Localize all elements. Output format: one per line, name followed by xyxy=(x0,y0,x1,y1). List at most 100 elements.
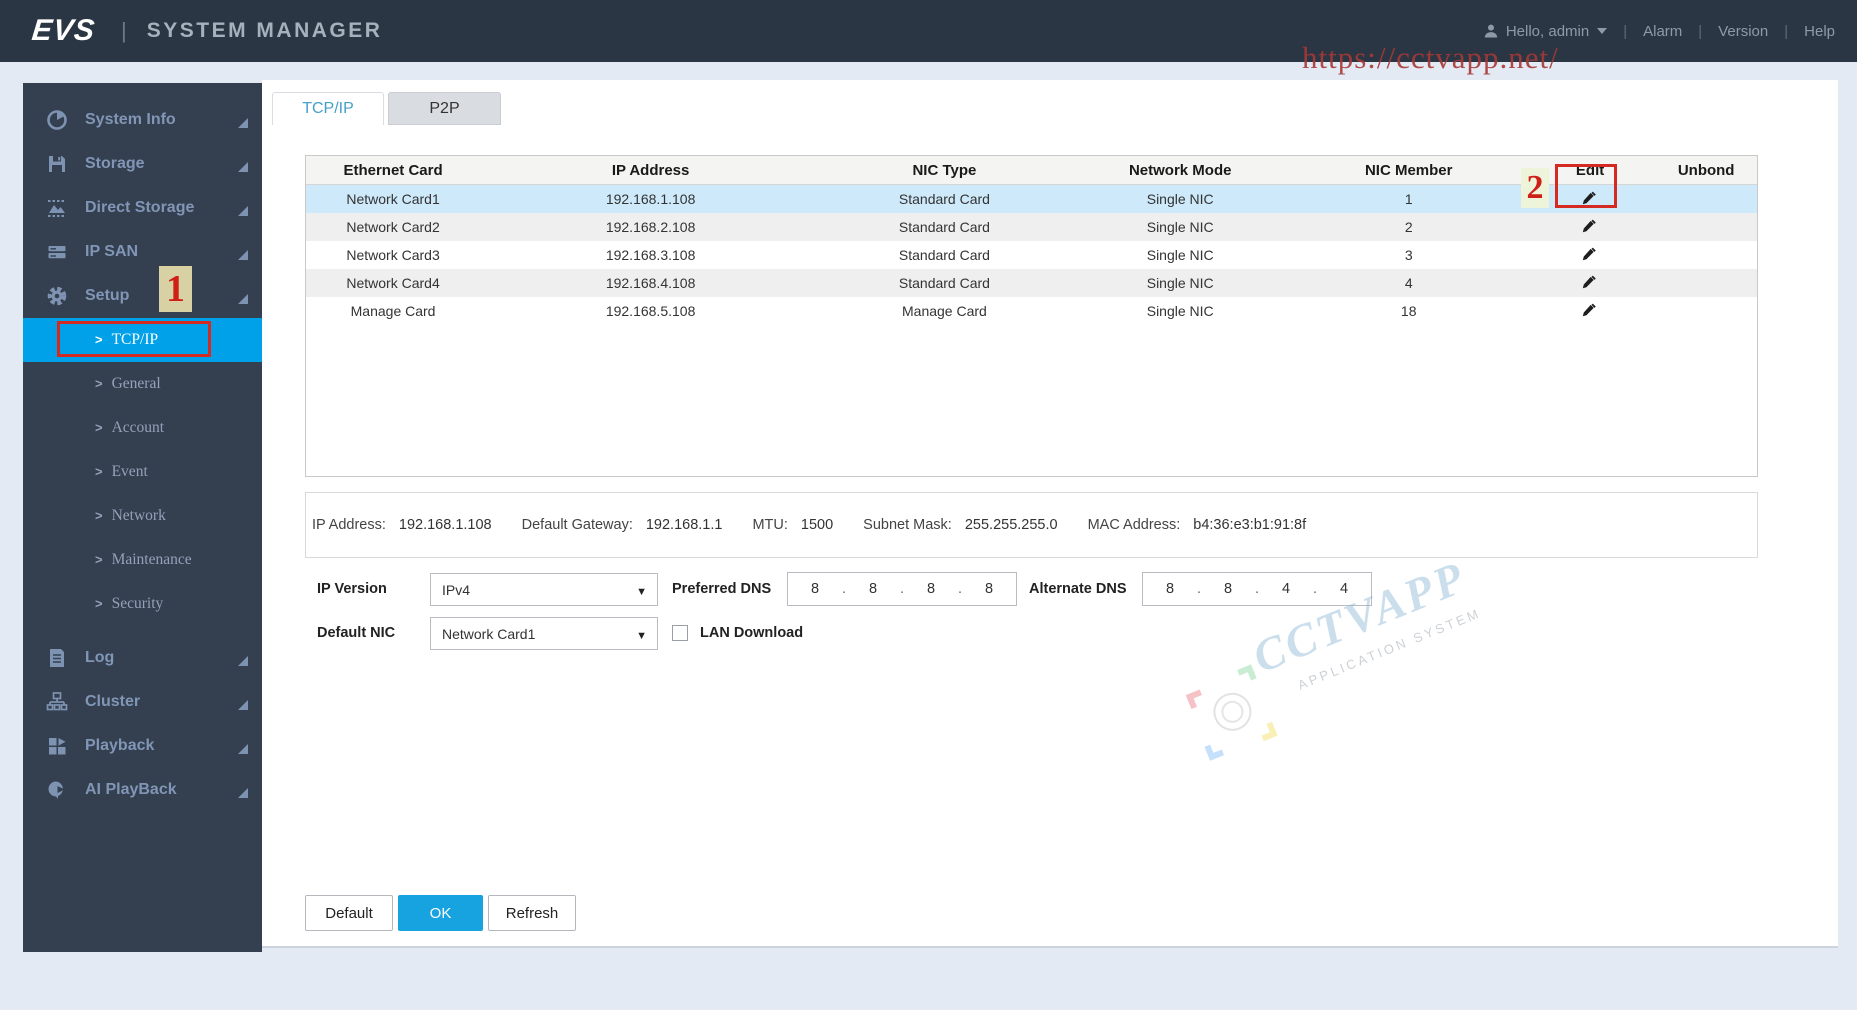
alternate-dns-input[interactable]: 8 8 4 4 xyxy=(1142,572,1372,606)
server-icon xyxy=(45,240,69,264)
detail-label: Default Gateway: xyxy=(522,517,633,533)
expand-arrow-icon[interactable] xyxy=(238,294,248,304)
dns-octet[interactable]: 4 xyxy=(1337,581,1351,597)
floppy-icon xyxy=(45,152,69,176)
dns-dot xyxy=(1197,581,1201,597)
cell-network-mode: Single NIC xyxy=(1068,247,1293,263)
preferred-dns-label: Preferred DNS xyxy=(672,581,771,597)
bracket-green-icon xyxy=(1237,664,1257,684)
cell-ip-address: 192.168.3.108 xyxy=(480,247,821,263)
edit-pencil-icon[interactable] xyxy=(1582,218,1598,234)
ok-button[interactable]: OK xyxy=(398,895,483,931)
dns-octet[interactable]: 8 xyxy=(866,581,880,597)
version-link[interactable]: Version xyxy=(1718,23,1768,40)
dns-octet[interactable]: 8 xyxy=(1163,581,1177,597)
playback-icon xyxy=(45,734,69,758)
annotation-step-1: 1 xyxy=(159,266,192,312)
dns-octet[interactable]: 4 xyxy=(1279,581,1293,597)
chevron-right-icon xyxy=(95,507,112,525)
lan-download-checkbox[interactable] xyxy=(672,625,688,641)
dns-octet[interactable]: 8 xyxy=(1221,581,1235,597)
subitem-label: Event xyxy=(112,463,148,481)
cell-nic-type: Manage Card xyxy=(821,303,1068,319)
column-header: NIC Member xyxy=(1293,162,1525,179)
sidebar-subitem-network[interactable]: Network xyxy=(23,494,262,538)
sidebar-item-cluster[interactable]: Cluster xyxy=(23,680,262,724)
sidebar-subitem-security[interactable]: Security xyxy=(23,582,262,626)
sidebar-subitem-event[interactable]: Event xyxy=(23,450,262,494)
cell-ip-address: 192.168.1.108 xyxy=(480,191,821,207)
table-row[interactable]: Network Card3 192.168.3.108 Standard Car… xyxy=(306,241,1757,269)
main-panel: TCP/IP P2P Ethernet Card IP Address NIC … xyxy=(262,80,1838,948)
sidebar-item-ai-playback[interactable]: AI PlayBack xyxy=(23,768,262,812)
expand-arrow-icon[interactable] xyxy=(238,744,248,754)
select-caret-icon xyxy=(636,582,647,598)
sidebar-item-ip-san[interactable]: IP SAN xyxy=(23,230,262,274)
expand-arrow-icon[interactable] xyxy=(238,162,248,172)
sidebar-subitem-maintenance[interactable]: Maintenance xyxy=(23,538,262,582)
cell-ip-address: 192.168.2.108 xyxy=(480,219,821,235)
dns-dot xyxy=(842,581,846,597)
sidebar-item-label: AI PlayBack xyxy=(85,781,177,799)
cell-nic-member: 18 xyxy=(1293,303,1525,319)
preferred-dns-input[interactable]: 8 8 8 8 xyxy=(787,572,1017,606)
alarm-link[interactable]: Alarm xyxy=(1643,23,1682,40)
image-storage-icon xyxy=(45,196,69,220)
table-row[interactable]: Network Card4 192.168.4.108 Standard Car… xyxy=(306,269,1757,297)
divider xyxy=(1768,23,1804,40)
column-header: Ethernet Card xyxy=(306,162,480,179)
lan-download-label: LAN Download xyxy=(700,625,803,641)
dns-octet[interactable]: 8 xyxy=(982,581,996,597)
sidebar: System Info Storage Direct Storage xyxy=(23,83,262,952)
help-link[interactable]: Help xyxy=(1804,23,1835,40)
ip-version-select[interactable]: IPv4 xyxy=(430,573,658,606)
dns-dot xyxy=(958,581,962,597)
subitem-label: Network xyxy=(112,507,166,525)
cell-nic-type: Standard Card xyxy=(821,275,1068,291)
default-nic-select[interactable]: Network Card1 xyxy=(430,617,658,650)
edit-pencil-icon[interactable] xyxy=(1582,246,1598,262)
sidebar-item-direct-storage[interactable]: Direct Storage xyxy=(23,186,262,230)
sidebar-item-storage[interactable]: Storage xyxy=(23,142,262,186)
subitem-label: Maintenance xyxy=(112,551,192,569)
cell-nic-type: Standard Card xyxy=(821,219,1068,235)
sidebar-subitem-general[interactable]: General xyxy=(23,362,262,406)
screen: EVS | SYSTEM MANAGER Hello, admin Alarm … xyxy=(0,0,1857,1010)
sidebar-item-system-info[interactable]: System Info xyxy=(23,98,262,142)
evs-logo: EVS xyxy=(30,14,97,48)
brand-name-watermark: CCTVAPP xyxy=(1245,550,1473,683)
expand-arrow-icon[interactable] xyxy=(238,788,248,798)
edit-pencil-icon[interactable] xyxy=(1582,302,1598,318)
sidebar-item-playback[interactable]: Playback xyxy=(23,724,262,768)
expand-arrow-icon[interactable] xyxy=(238,118,248,128)
expand-arrow-icon[interactable] xyxy=(238,206,248,216)
sidebar-item-setup[interactable]: Setup xyxy=(23,274,262,318)
tab-p2p[interactable]: P2P xyxy=(388,92,501,125)
subitem-label: Security xyxy=(112,595,164,613)
table-row[interactable]: Network Card2 192.168.2.108 Standard Car… xyxy=(306,213,1757,241)
tab-tcpip[interactable]: TCP/IP xyxy=(272,92,384,125)
chevron-right-icon xyxy=(95,375,112,393)
table-row[interactable]: Manage Card 192.168.5.108 Manage Card Si… xyxy=(306,297,1757,325)
refresh-button[interactable]: Refresh xyxy=(488,895,576,931)
edit-pencil-icon[interactable] xyxy=(1582,274,1598,290)
alternate-dns-label: Alternate DNS xyxy=(1029,581,1127,597)
cell-ip-address: 192.168.5.108 xyxy=(480,303,821,319)
sidebar-subitem-account[interactable]: Account xyxy=(23,406,262,450)
expand-arrow-icon[interactable] xyxy=(238,250,248,260)
cell-ip-address: 192.168.4.108 xyxy=(480,275,821,291)
detail-label: MTU: xyxy=(752,517,787,533)
cell-nic-type: Standard Card xyxy=(821,191,1068,207)
detail-pair: Subnet Mask: 255.255.255.0 xyxy=(863,517,1057,533)
select-caret-icon xyxy=(636,626,647,642)
sidebar-item-log[interactable]: Log xyxy=(23,636,262,680)
default-button[interactable]: Default xyxy=(305,895,393,931)
cell-ethernet-card: Network Card4 xyxy=(306,275,480,291)
user-menu[interactable]: Hello, admin xyxy=(1483,23,1607,40)
bracket-red-icon xyxy=(1186,689,1206,709)
expand-arrow-icon[interactable] xyxy=(238,700,248,710)
dns-dot xyxy=(900,581,904,597)
dns-octet[interactable]: 8 xyxy=(808,581,822,597)
dns-octet[interactable]: 8 xyxy=(924,581,938,597)
expand-arrow-icon[interactable] xyxy=(238,656,248,666)
